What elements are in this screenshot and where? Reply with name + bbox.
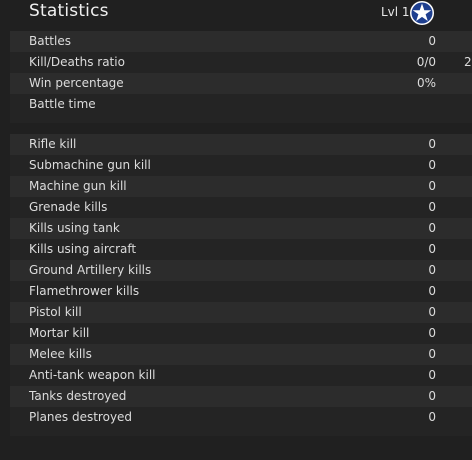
stat-value: 0 — [428, 137, 436, 151]
stat-value: 0 — [428, 389, 436, 403]
stat-value: 0 — [428, 200, 436, 214]
stat-label: Kills using tank — [29, 221, 120, 235]
stat-extra-value: 2 — [464, 55, 472, 69]
stat-row-kills-using-tank: Kills using tank 0 — [10, 218, 472, 239]
stat-label: Ground Artillery kills — [29, 263, 152, 277]
stat-row-rifle-kill: Rifle kill 0 — [10, 134, 472, 155]
stat-row-machine-gun-kill: Machine gun kill 0 — [10, 176, 472, 197]
stat-row-grenade-kills: Grenade kills 0 — [10, 197, 472, 218]
stat-row-flamethrower-kills: Flamethrower kills 0 — [10, 281, 472, 302]
stat-label: Win percentage — [29, 76, 124, 90]
stat-label: Battles — [29, 34, 71, 48]
stat-row-pistol-kill: Pistol kill 0 — [10, 302, 472, 323]
stat-label: Melee kills — [29, 347, 92, 361]
stat-value: 0 — [428, 263, 436, 277]
stat-value: 0 — [428, 347, 436, 361]
panel-footer — [10, 428, 472, 436]
stat-value: 0 — [428, 158, 436, 172]
stat-value: 0 — [428, 34, 436, 48]
page-title: Statistics — [29, 1, 109, 21]
stat-value: 0 — [428, 368, 436, 382]
stat-row-win-percentage: Win percentage 0% — [10, 73, 472, 94]
stat-value: 0% — [416, 76, 436, 90]
stat-label: Kill/Deaths ratio — [29, 55, 125, 69]
level-label: Lvl 1 — [381, 5, 410, 19]
stat-row-planes-destroyed: Planes destroyed 0 — [10, 407, 472, 428]
stat-row-submachine-gun-kill: Submachine gun kill 0 — [10, 155, 472, 176]
stat-value: 0 — [428, 410, 436, 424]
stat-label: Rifle kill — [29, 137, 77, 151]
stat-row-anti-tank-weapon-kill: Anti-tank weapon kill 0 — [10, 365, 472, 386]
stat-row-tanks-destroyed: Tanks destroyed 0 — [10, 386, 472, 407]
stat-value: 0 — [428, 221, 436, 235]
stat-label: Submachine gun kill — [29, 158, 151, 172]
panel-footer — [10, 115, 472, 123]
kills-table: Rifle kill 0 Submachine gun kill 0 Machi… — [10, 134, 472, 436]
stats-header: Statistics Lvl 1 — [0, 0, 472, 28]
stat-label: Flamethrower kills — [29, 284, 140, 298]
stat-label: Anti-tank weapon kill — [29, 368, 156, 382]
stat-label: Machine gun kill — [29, 179, 127, 193]
stat-value: 0 — [428, 242, 436, 256]
stat-row-battles: Battles 0 — [10, 31, 472, 52]
stat-row-kills-using-aircraft: Kills using aircraft 0 — [10, 239, 472, 260]
stat-value: 0 — [428, 326, 436, 340]
stat-label: Pistol kill — [29, 305, 82, 319]
stat-row-kd-ratio: Kill/Deaths ratio 0/0 2 — [10, 52, 472, 73]
stat-value: 0 — [428, 305, 436, 319]
stat-row-mortar-kill: Mortar kill 0 — [10, 323, 472, 344]
stat-label: Mortar kill — [29, 326, 90, 340]
summary-table: Battles 0 Kill/Deaths ratio 0/0 2 Win pe… — [10, 31, 472, 123]
stat-value: 0 — [428, 284, 436, 298]
stat-label: Tanks destroyed — [29, 389, 127, 403]
stat-value: 0/0 — [416, 55, 436, 69]
stat-value: 0 — [428, 179, 436, 193]
stat-row-battle-time: Battle time — [10, 94, 472, 115]
stat-row-ground-artillery-kills: Ground Artillery kills 0 — [10, 260, 472, 281]
stat-label: Battle time — [29, 97, 96, 111]
stat-label: Kills using aircraft — [29, 242, 137, 256]
stat-label: Grenade kills — [29, 200, 108, 214]
stat-label: Planes destroyed — [29, 410, 133, 424]
stat-row-melee-kills: Melee kills 0 — [10, 344, 472, 365]
star-icon — [410, 1, 434, 25]
